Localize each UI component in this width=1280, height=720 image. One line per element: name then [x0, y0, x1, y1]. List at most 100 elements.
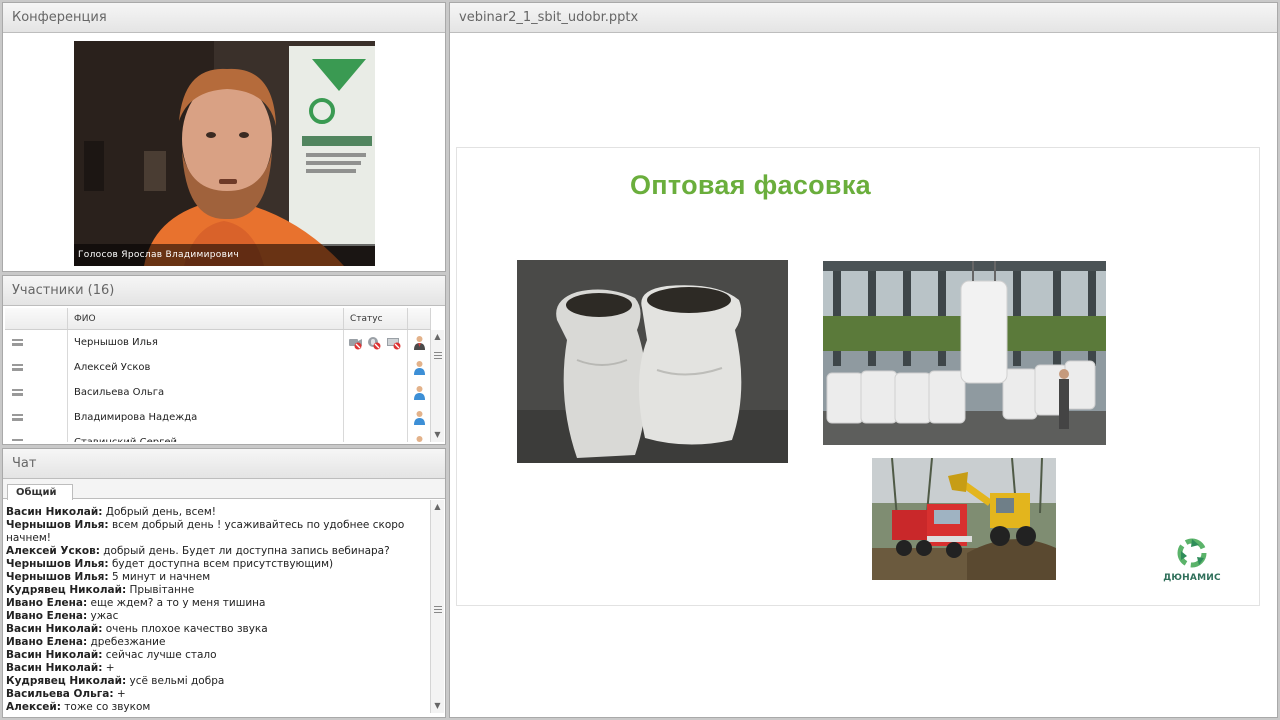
- chat-text: добрый день. Будет ли доступна запись ве…: [99, 545, 390, 557]
- scroll-up-icon[interactable]: ▲: [431, 330, 444, 344]
- chat-message: Васин Николай: Добрый день, всем!: [5, 506, 429, 519]
- chat-message: Ивано Елена: дребезжание: [5, 636, 429, 649]
- chat-text: еще ждем? а то у меня тишина: [87, 597, 266, 609]
- chat-text: Добрый день, всем!: [102, 506, 216, 518]
- chat-message: Чернышов Илья: 5 минут и начнем: [5, 571, 429, 584]
- user-icon: [416, 436, 422, 442]
- chat-author: Васин Николай:: [6, 649, 103, 661]
- drag-handle-icon[interactable]: [12, 389, 23, 396]
- participants-title: Участники (16): [3, 276, 445, 306]
- chat-tabs: Общий: [3, 479, 445, 500]
- chat-message: Алексей Усков: добрый день. Будет ли дос…: [5, 545, 429, 558]
- conference-panel: Конференция Голосов Ярослав Владимирович: [2, 2, 446, 272]
- participants-table-header: ФИО Статус: [5, 308, 431, 330]
- chat-panel: Чат Общий Васин Николай: Добрый день, вс…: [2, 448, 446, 718]
- chat-scrollbar[interactable]: ▲ ▼: [430, 500, 444, 713]
- chat-message: Кудрявец Николай: усё вельмі добра: [5, 675, 429, 688]
- column-role-header: [408, 308, 431, 329]
- camera-off-icon[interactable]: [348, 336, 363, 350]
- chat-author: Васильева Ольга:: [6, 688, 114, 700]
- photo-truck-loader: [872, 458, 1056, 580]
- participant-name: Васильева Ольга: [68, 380, 344, 405]
- column-status-header[interactable]: Статус: [344, 308, 408, 329]
- user-icon: [413, 411, 425, 425]
- chat-text: сейчас лучше стало: [102, 649, 217, 661]
- chat-author: Ивано Елена:: [6, 610, 88, 622]
- chat-author: Васин Николай:: [6, 623, 103, 635]
- chat-author: Чернышов Илья:: [6, 571, 109, 583]
- presenter-icon: [413, 336, 425, 350]
- participant-name: Алексей Усков: [68, 355, 344, 380]
- presentation-filename: vebinar2_1_sbit_udobr.pptx: [450, 3, 1277, 33]
- chat-message: Васин Николай: +: [5, 662, 429, 675]
- chat-author: Кудрявец Николай:: [6, 675, 127, 687]
- chat-author: Чернышов Илья:: [6, 558, 109, 570]
- chat-text: усё вельмі добра: [126, 675, 225, 687]
- chat-message: Васин Николай: сейчас лучше стало: [5, 649, 429, 662]
- chat-message: Ивано Елена: еще ждем? а то у меня тишин…: [5, 597, 429, 610]
- slide-title: Оптовая фасовка: [630, 170, 871, 200]
- participant-name: Ставинский Сергей: [68, 430, 344, 442]
- chat-message: Алексей: тоже со звуком: [5, 701, 429, 712]
- chat-message: Кудрявец Николай: Прывітанне: [5, 584, 429, 597]
- dyunamis-logo: ДЮНАМИС: [1162, 536, 1222, 583]
- video-speaker-caption: Голосов Ярослав Владимирович: [74, 244, 375, 266]
- chat-author: Ивано Елена:: [6, 597, 88, 609]
- chat-message: Васин Николай: очень плохое качество зву…: [5, 623, 429, 636]
- participant-row[interactable]: Владимирова Надежда: [5, 405, 431, 430]
- chat-text: тоже со звуком: [60, 701, 151, 712]
- chat-log: Васин Николай: Добрый день, всем! Черныш…: [5, 500, 429, 712]
- drag-handle-icon[interactable]: [12, 364, 23, 371]
- chat-text: дребезжание: [87, 636, 166, 648]
- user-icon: [413, 386, 425, 400]
- photo-soil-sacks: [517, 260, 788, 463]
- scroll-thumb[interactable]: [434, 606, 442, 613]
- scroll-down-icon[interactable]: ▼: [431, 428, 444, 442]
- participant-row[interactable]: Алексей Усков: [5, 355, 431, 380]
- chat-message: Ивано Елена: ужас: [5, 610, 429, 623]
- photo-big-bags: [823, 261, 1106, 445]
- scroll-thumb[interactable]: [434, 352, 442, 359]
- chat-message: Чернышов Илья: всем добрый день ! усажив…: [5, 519, 429, 545]
- video-stream[interactable]: Голосов Ярослав Владимирович: [74, 41, 375, 266]
- chat-text: +: [113, 688, 126, 700]
- chat-text: ужас: [87, 610, 119, 622]
- chat-author: Чернышов Илья:: [6, 519, 109, 531]
- logo-text: ДЮНАМИС: [1163, 573, 1221, 583]
- participants-scrollbar[interactable]: ▲ ▼: [430, 330, 444, 442]
- chat-message: Васильева Ольга: +: [5, 688, 429, 701]
- chat-text: очень плохое качество звука: [102, 623, 268, 635]
- conference-title: Конференция: [3, 3, 445, 33]
- chat-author: Ивано Елена:: [6, 636, 88, 648]
- participant-row[interactable]: Васильева Ольга: [5, 380, 431, 405]
- column-drag-header: [5, 308, 68, 329]
- participant-row[interactable]: Чернышов Илья: [5, 330, 431, 355]
- participants-panel: Участники (16) ФИО Статус Чернышов Илья …: [2, 275, 446, 445]
- mic-off-icon[interactable]: [367, 336, 382, 350]
- chat-text: 5 минут и начнем: [108, 571, 211, 583]
- participant-name: Чернышов Илья: [68, 330, 344, 355]
- chat-message: Чернышов Илья: будет доступна всем прису…: [5, 558, 429, 571]
- drag-handle-icon[interactable]: [12, 439, 23, 442]
- participant-name: Владимирова Надежда: [68, 405, 344, 430]
- chat-author: Васин Николай:: [6, 662, 103, 674]
- screen-off-icon[interactable]: [386, 336, 401, 350]
- drag-handle-icon[interactable]: [12, 414, 23, 421]
- column-name-header[interactable]: ФИО: [68, 308, 344, 329]
- drag-handle-icon[interactable]: [12, 339, 23, 346]
- participant-row[interactable]: Ставинский Сергей: [5, 430, 431, 442]
- chat-text: будет доступна всем присутствующим): [108, 558, 334, 570]
- scroll-down-icon[interactable]: ▼: [431, 699, 444, 713]
- chat-text: +: [102, 662, 115, 674]
- participants-table: ФИО Статус Чернышов Илья Алексей Усков В…: [5, 308, 431, 442]
- presentation-panel: vebinar2_1_sbit_udobr.pptx Оптовая фасов…: [449, 2, 1278, 718]
- scroll-up-icon[interactable]: ▲: [431, 500, 444, 514]
- chat-text: Прывітанне: [126, 584, 195, 596]
- user-icon: [413, 361, 425, 375]
- chat-title: Чат: [3, 449, 445, 479]
- video-frame-image: [74, 41, 375, 266]
- chat-author: Васин Николай:: [6, 506, 103, 518]
- tab-general[interactable]: Общий: [7, 484, 73, 500]
- chat-author: Кудрявец Николай:: [6, 584, 127, 596]
- recycle-logo-icon: [1177, 538, 1207, 568]
